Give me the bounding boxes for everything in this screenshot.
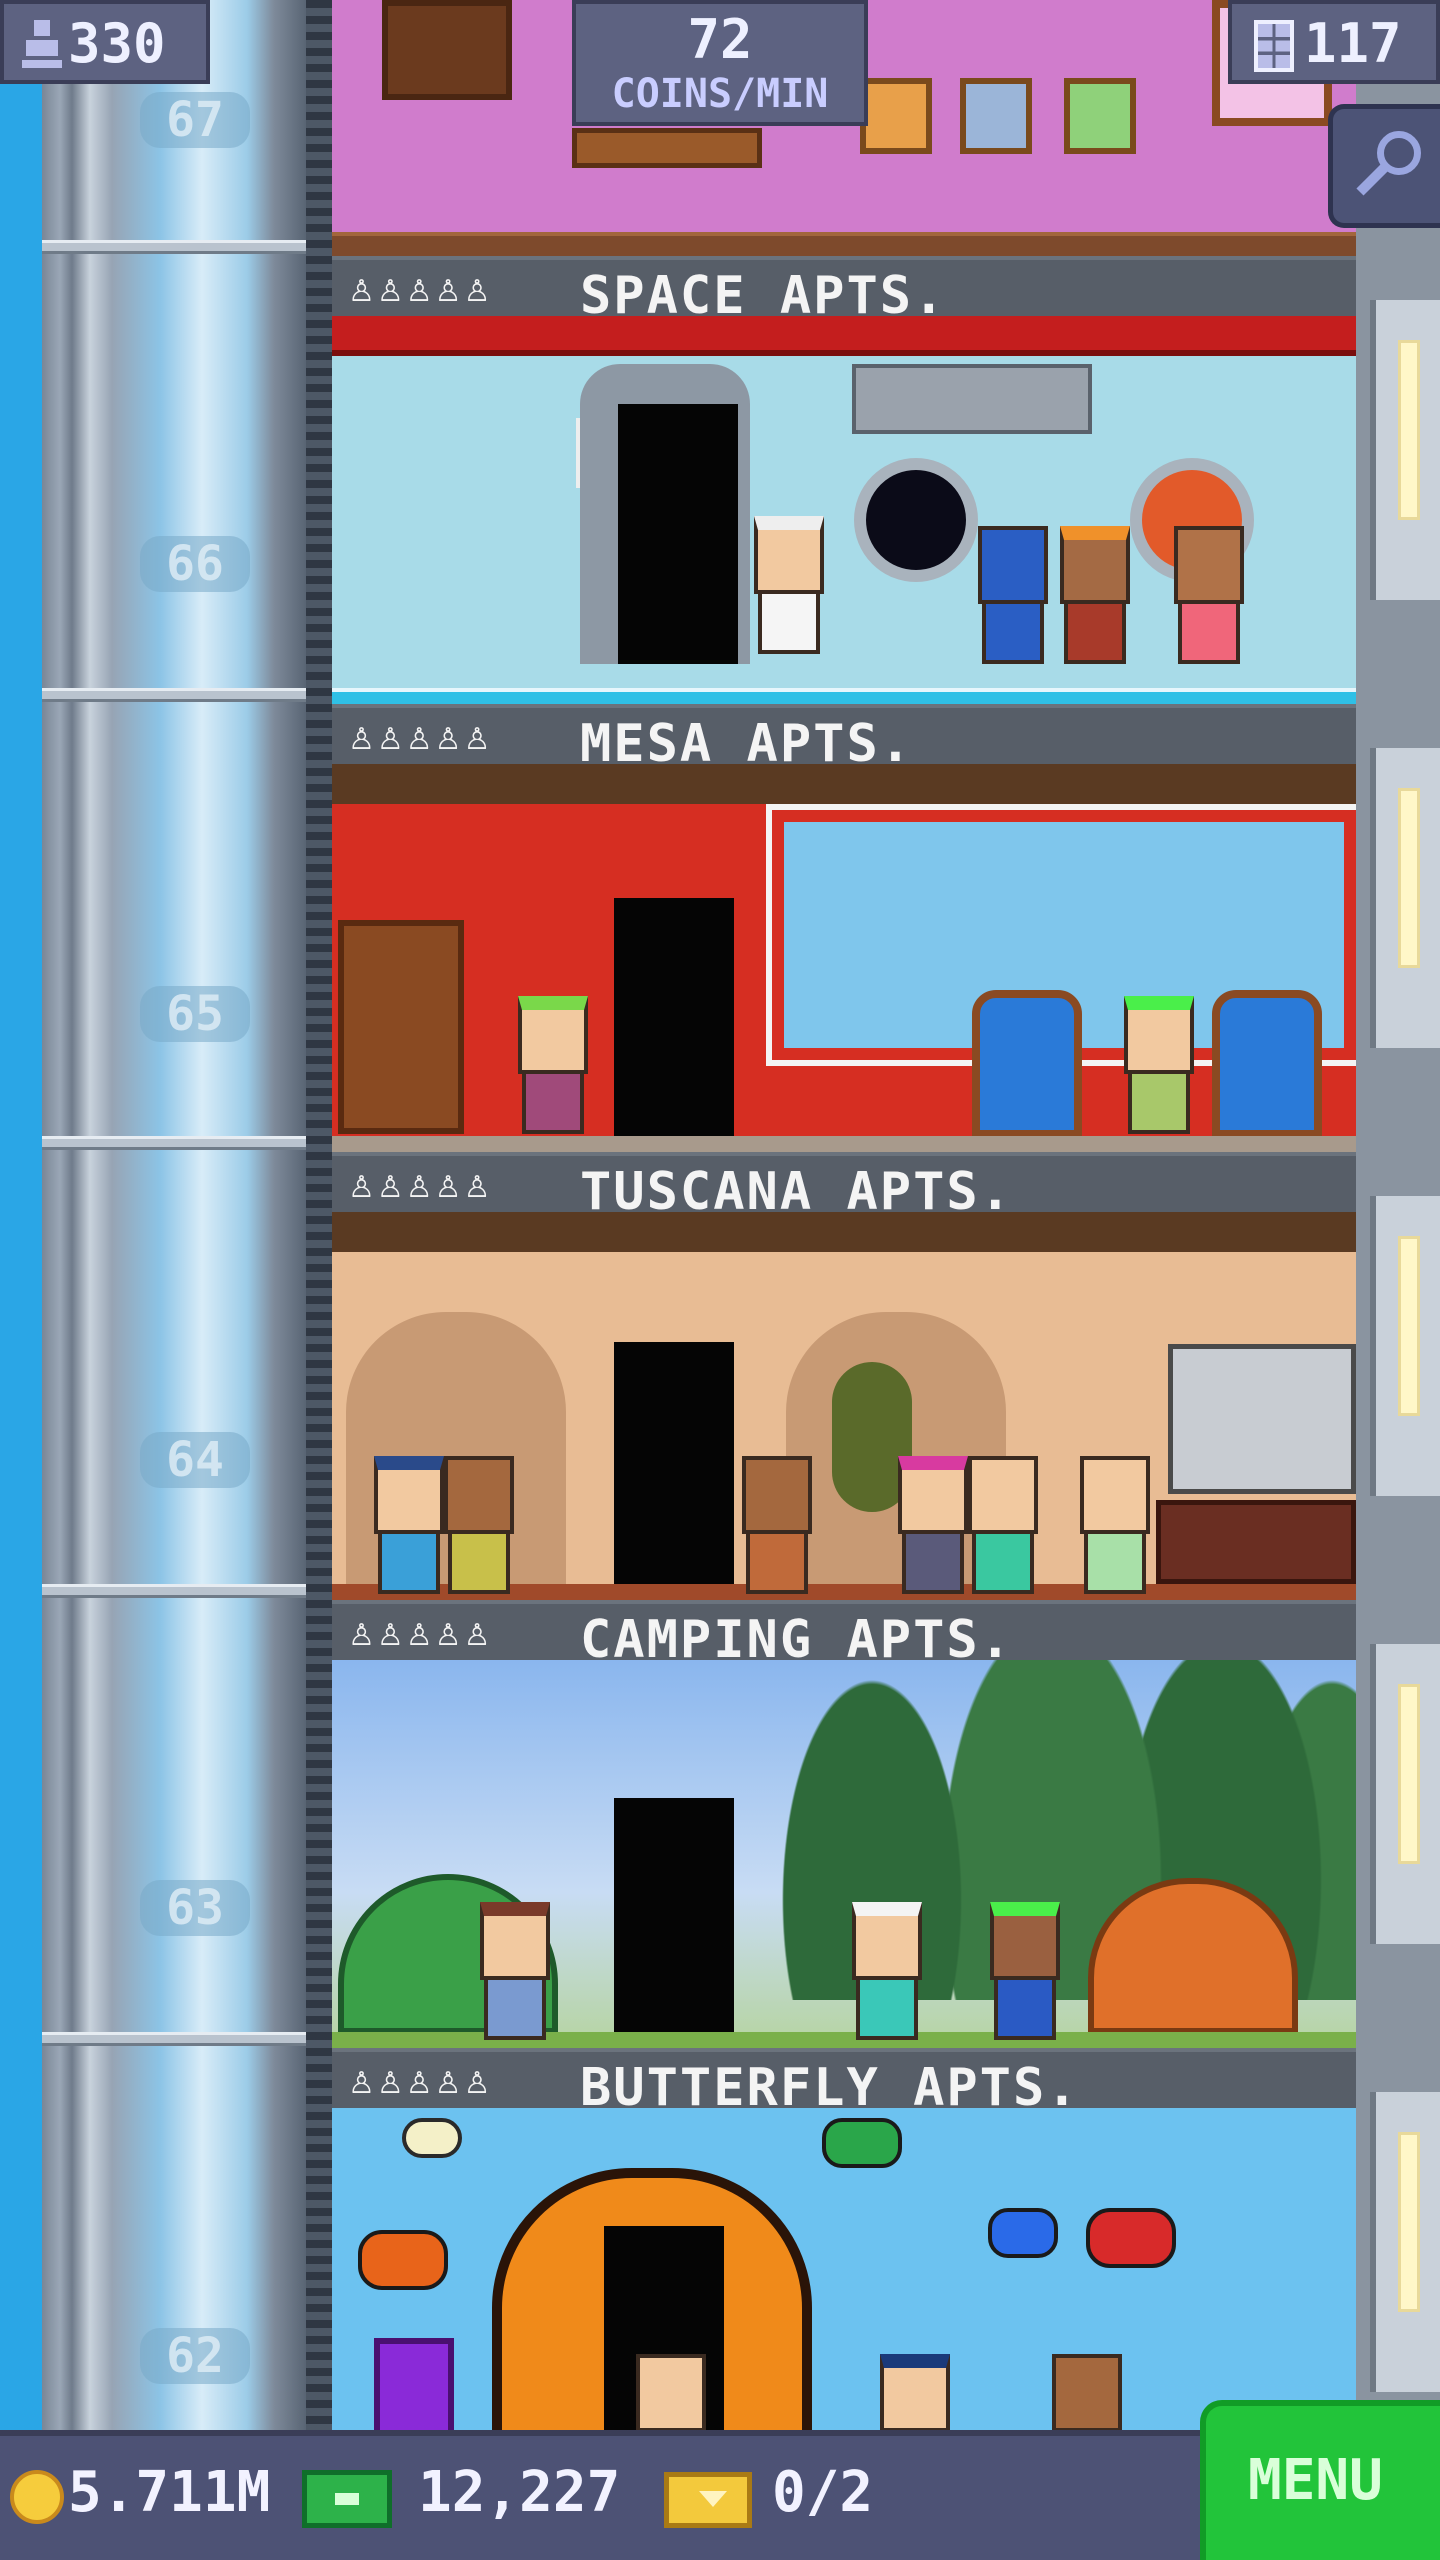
shaft-divider (42, 2032, 332, 2046)
picture-frame (960, 78, 1032, 154)
floor-stars: ♙♙♙♙♙ (348, 722, 493, 757)
bitizen[interactable] (480, 1902, 550, 2040)
bitizen[interactable] (1080, 1456, 1150, 1594)
outer-window (1370, 300, 1440, 600)
bux-value[interactable]: 12,227 (418, 2460, 620, 2525)
floor-label-bar: ♙♙♙♙♙ TUSCANA APTS. (332, 1152, 1356, 1222)
bitizen[interactable] (374, 1456, 444, 1594)
bitizen[interactable] (754, 516, 824, 654)
coin-icon (10, 2470, 64, 2524)
floor-number: 64 (140, 1432, 250, 1488)
bitizen[interactable] (518, 996, 588, 1134)
coins-per-min-label: COINS/MIN (611, 71, 829, 117)
tuscana-room[interactable] (332, 1212, 1356, 1600)
butterfly-room[interactable] (332, 2108, 1356, 2430)
coins-value[interactable]: 5.711M (68, 2460, 270, 2525)
shaft-divider (42, 1136, 332, 1150)
floor-number: 63 (140, 1880, 250, 1936)
purple-crate (374, 2338, 454, 2430)
floor-number: 62 (140, 2328, 250, 2384)
coins-per-min-value: 72 (687, 8, 753, 71)
floor-stars: ♙♙♙♙♙ (348, 1618, 493, 1653)
person-icon (22, 20, 62, 68)
bitizen[interactable] (978, 526, 1048, 664)
floor-camping-apts[interactable]: ♙♙♙♙♙ CAMPING APTS. (332, 1600, 1356, 2048)
outer-window (1370, 1644, 1440, 1944)
population-value: 330 (68, 12, 166, 75)
bitizen[interactable] (636, 2354, 706, 2430)
outer-window (1370, 1196, 1440, 1496)
bitizen[interactable] (742, 1456, 812, 1594)
floor-label-bar: ♙♙♙♙♙ CAMPING APTS. (332, 1600, 1356, 1670)
armchair (1212, 990, 1322, 1138)
kitchen-cabinet (1168, 1344, 1356, 1494)
floor-label-bar: ♙♙♙♙♙ MESA APTS. (332, 704, 1356, 774)
floor-label-bar: ♙♙♙♙♙ SPACE APTS. (332, 256, 1356, 326)
butterfly (402, 2118, 462, 2158)
butterfly (358, 2230, 448, 2290)
camping-room[interactable] (332, 1660, 1356, 2048)
shaft-divider (42, 240, 332, 254)
floor-space-apts[interactable]: ♙♙♙♙♙ SPACE APTS. (332, 256, 1356, 704)
picture-frame (1064, 78, 1136, 154)
building-icon (1254, 20, 1294, 72)
butterfly (988, 2208, 1058, 2258)
tickets-value[interactable]: 0/2 (772, 2460, 873, 2525)
porthole (854, 458, 978, 582)
outer-window (1370, 748, 1440, 1048)
floor-stars: ♙♙♙♙♙ (348, 2066, 493, 2101)
shaft-divider (42, 688, 332, 702)
door (614, 1342, 734, 1586)
bench (572, 128, 762, 168)
counter (1156, 1500, 1356, 1584)
bitizen[interactable] (1174, 526, 1244, 664)
floor-number: 67 (140, 92, 250, 148)
bux-icon (302, 2470, 392, 2528)
door (614, 898, 734, 1138)
outer-window (1370, 2092, 1440, 2392)
door (614, 1798, 734, 2034)
armchair (972, 990, 1082, 1138)
floor-label-bar: ♙♙♙♙♙ BUTTERFLY APTS. (332, 2048, 1356, 2118)
floor-number: 66 (140, 536, 250, 592)
floor-mesa-apts[interactable]: ♙♙♙♙♙ MESA APTS. (332, 704, 1356, 1152)
door (618, 404, 738, 664)
butterfly (1086, 2208, 1176, 2268)
butterfly (822, 2118, 902, 2168)
bitizen[interactable] (444, 1456, 514, 1594)
floor-stars: ♙♙♙♙♙ (348, 274, 493, 309)
coins-per-min-panel: 72 COINS/MIN (572, 0, 868, 126)
elevator-shaft[interactable] (42, 0, 332, 2430)
bitizen[interactable] (968, 1456, 1038, 1594)
bitizen[interactable] (1124, 996, 1194, 1134)
floor-tuscana-apts[interactable]: ♙♙♙♙♙ TUSCANA APTS. (332, 1152, 1356, 1600)
bookshelf (382, 0, 512, 100)
bitizen[interactable] (880, 2354, 950, 2430)
floor-count-value: 117 (1304, 12, 1402, 75)
bitizen[interactable] (1060, 526, 1130, 664)
mesa-room[interactable] (332, 764, 1356, 1152)
menu-label: MENU (1248, 2448, 1383, 2513)
bitizen[interactable] (898, 1456, 968, 1594)
bitizen[interactable] (990, 1902, 1060, 2040)
ticket-icon (664, 2472, 752, 2528)
menu-button[interactable]: MENU (1200, 2400, 1440, 2560)
floor-counter[interactable]: 117 (1228, 0, 1440, 84)
bitizen[interactable] (1052, 2354, 1122, 2430)
floor-number: 65 (140, 986, 250, 1042)
picture-frame (860, 78, 932, 154)
sky-background (0, 0, 42, 2430)
search-button[interactable] (1328, 104, 1440, 228)
space-room[interactable] (332, 316, 1356, 704)
bitizen[interactable] (852, 1902, 922, 2040)
bookshelf (338, 920, 464, 1134)
population-counter[interactable]: 330 (0, 0, 210, 84)
magnifier-handle (1356, 164, 1388, 196)
control-panel (852, 364, 1092, 434)
floor-butterfly-apts[interactable]: ♙♙♙♙♙ BUTTERFLY APTS. (332, 2048, 1356, 2430)
floor-stars: ♙♙♙♙♙ (348, 1170, 493, 1205)
shaft-divider (42, 1584, 332, 1598)
elevator-rail (306, 0, 332, 2430)
